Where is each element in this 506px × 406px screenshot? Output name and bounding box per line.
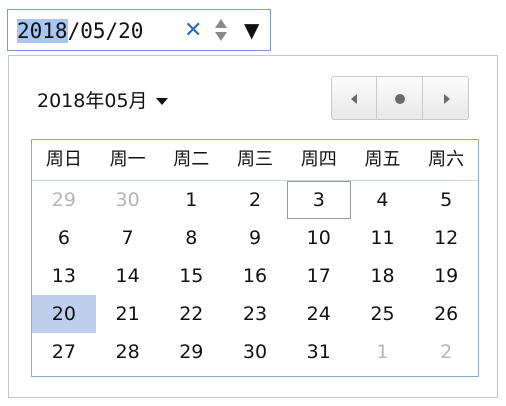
day-cell[interactable]: 9 — [223, 219, 287, 257]
spin-up-icon[interactable] — [215, 19, 227, 28]
date-input-year-selection: 2018 — [17, 19, 68, 43]
day-cell[interactable]: 25 — [351, 295, 415, 333]
day-cell[interactable]: 30 — [223, 333, 287, 371]
month-label: 2018年05月 — [37, 90, 148, 112]
day-cell[interactable]: 15 — [159, 257, 223, 295]
weekday-header: 周日 周一 周二 周三 周四 周五 周六 — [32, 140, 478, 181]
weekday-label: 周三 — [237, 149, 274, 170]
calendar-week-row: 6 7 8 9 10 11 12 — [32, 219, 478, 257]
date-input-value-rest: /05/20 — [67, 19, 144, 43]
weekday-label: 周四 — [300, 149, 337, 170]
calendar-grid: 周日 周一 周二 周三 周四 周五 周六 29 30 1 2 3 4 5 6 7 8 9 10 11 12 13 14 15… — [31, 139, 479, 377]
day-cell[interactable]: 14 — [96, 257, 160, 295]
day-cell[interactable]: 23 — [223, 295, 287, 333]
day-cell[interactable]: 4 — [351, 181, 415, 219]
day-cell[interactable]: 18 — [351, 257, 415, 295]
calendar-weeks: 29 30 1 2 3 4 5 6 7 8 9 10 11 12 13 14 15 16 17 18 19 20 21 22 2… — [32, 181, 478, 371]
weekday-label: 周日 — [45, 149, 82, 170]
weekday-label: 周六 — [428, 149, 465, 170]
prev-month-icon — [351, 94, 357, 104]
weekday-label: 周五 — [364, 149, 401, 170]
today-day-cell[interactable]: 3 — [286, 181, 351, 219]
today-button[interactable] — [377, 76, 423, 120]
day-cell[interactable]: 2 — [223, 181, 287, 219]
day-cell[interactable]: 12 — [414, 219, 478, 257]
date-input[interactable]: 2018/05/20 ✕ ▼ — [7, 9, 271, 51]
weekday-label: 周二 — [173, 149, 210, 170]
day-cell[interactable]: 11 — [351, 219, 415, 257]
day-cell[interactable]: 6 — [32, 219, 96, 257]
day-cell[interactable]: 7 — [96, 219, 160, 257]
month-caret-icon — [155, 98, 168, 105]
next-month-icon — [444, 94, 450, 104]
month-nav — [331, 76, 469, 120]
day-cell[interactable]: 26 — [414, 295, 478, 333]
calendar-week-row: 20 21 22 23 24 25 26 — [32, 295, 478, 333]
day-cell[interactable]: 27 — [32, 333, 96, 371]
selected-day-cell[interactable]: 20 — [32, 295, 96, 333]
day-cell[interactable]: 28 — [96, 333, 160, 371]
day-cell[interactable]: 13 — [32, 257, 96, 295]
day-cell[interactable]: 17 — [287, 257, 351, 295]
today-dot-icon — [395, 94, 405, 104]
month-selector[interactable]: 2018年05月 — [37, 88, 168, 114]
day-cell[interactable]: 21 — [96, 295, 160, 333]
spin-down-icon[interactable] — [215, 32, 227, 41]
calendar-popup: 2018年05月 周日 周一 周二 周三 周四 周五 周六 29 30 1 2 3 4 5 6 7 8 9 10 1… — [8, 55, 498, 398]
date-input-value[interactable]: 2018/05/20 — [17, 18, 143, 44]
day-cell[interactable]: 24 — [287, 295, 351, 333]
calendar-week-row: 13 14 15 16 17 18 19 — [32, 257, 478, 295]
prev-month-button[interactable] — [331, 76, 377, 120]
day-cell[interactable]: 29 — [32, 181, 96, 219]
day-cell[interactable]: 31 — [287, 333, 351, 371]
day-cell[interactable]: 16 — [223, 257, 287, 295]
weekday-label: 周一 — [109, 149, 146, 170]
day-cell[interactable]: 1 — [159, 181, 223, 219]
day-cell[interactable]: 30 — [96, 181, 160, 219]
calendar-week-row: 27 28 29 30 31 1 2 — [32, 333, 478, 371]
calendar-week-row: 29 30 1 2 3 4 5 — [32, 181, 478, 219]
day-cell[interactable]: 2 — [414, 333, 478, 371]
spin-buttons[interactable] — [213, 18, 229, 44]
dropdown-arrow-icon[interactable]: ▼ — [244, 17, 259, 43]
day-cell[interactable]: 5 — [414, 181, 478, 219]
day-cell[interactable]: 1 — [351, 333, 415, 371]
day-cell[interactable]: 19 — [414, 257, 478, 295]
day-cell[interactable]: 8 — [159, 219, 223, 257]
day-cell[interactable]: 22 — [159, 295, 223, 333]
day-cell[interactable]: 10 — [287, 219, 351, 257]
day-cell[interactable]: 29 — [159, 333, 223, 371]
clear-icon[interactable]: ✕ — [184, 18, 202, 44]
next-month-button[interactable] — [423, 76, 469, 120]
